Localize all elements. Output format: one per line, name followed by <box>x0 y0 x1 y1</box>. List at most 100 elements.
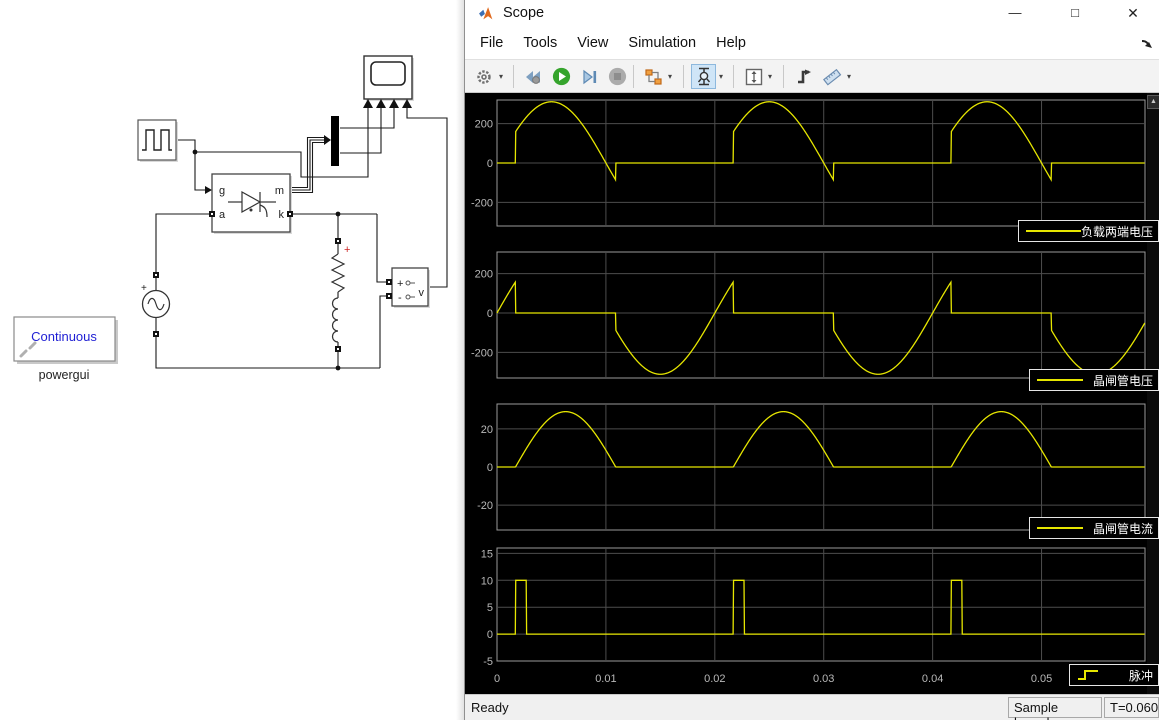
settings-gear-button[interactable] <box>471 64 496 89</box>
step-forward-icon <box>581 69 598 85</box>
y-tick-label: 200 <box>475 269 493 281</box>
model-diagram: g m a k <box>0 0 464 720</box>
measurements-ruler-button[interactable] <box>819 64 844 89</box>
legend-plot-1[interactable]: 负载两端电压 <box>1018 220 1159 242</box>
y-tick-label: 0 <box>487 308 493 320</box>
scope-subplot-2[interactable]: 200 0 -200 <box>471 252 1145 378</box>
legend-step-sample <box>1076 668 1102 682</box>
legend-line-sample <box>1026 230 1081 232</box>
y-tick-label: 0 <box>487 629 493 641</box>
ac-voltage-source-block[interactable]: + <box>141 272 170 337</box>
run-button[interactable] <box>549 64 574 89</box>
vm-plus-label: + <box>397 278 403 290</box>
y-tick-label: 0 <box>487 158 493 170</box>
port-label-a: a <box>219 209 226 221</box>
window-title: Scope <box>503 5 544 21</box>
menubar: File Tools View Simulation Help <box>465 30 1159 59</box>
simulink-hierarchy-button[interactable] <box>641 64 666 89</box>
voltage-measurement-block[interactable]: + - v <box>386 268 430 308</box>
legend-plot-4[interactable]: 脉冲 <box>1069 664 1159 686</box>
menu-item-help[interactable]: Help <box>711 30 751 56</box>
x-tick-label: 0.02 <box>704 673 725 685</box>
menu-item-file[interactable]: File <box>475 30 508 56</box>
close-button[interactable]: ✕ <box>1113 0 1153 26</box>
powergui-label: powergui <box>39 368 90 382</box>
scope-subplot-1[interactable]: 200 0 -200 <box>471 100 1145 226</box>
y-tick-label: 200 <box>475 119 493 131</box>
measurements-ruler-icon <box>822 68 842 86</box>
scrollbar-up-button[interactable]: ▲ <box>1147 95 1159 109</box>
pulse-generator-block[interactable] <box>138 120 178 162</box>
scope-plot-canvas[interactable]: 2000-2002000-200200-20151050-500.010.020… <box>465 93 1159 694</box>
legend-line-sample <box>1037 379 1083 381</box>
legend-plot-3[interactable]: 晶闸管电流 <box>1029 517 1159 539</box>
hierarchy-dropdown-arrow[interactable]: ▾ <box>668 72 677 82</box>
legend-text: 晶闸管电压 <box>1093 372 1153 389</box>
legend-text: 脉冲 <box>1129 667 1153 684</box>
scope-subplot-3[interactable]: 200-20 <box>477 404 1145 530</box>
plot-scrollbar[interactable]: ▲ <box>1147 93 1159 694</box>
scope-window: Scope — □ ✕ FileToolsViewSimulationHelp … <box>464 0 1159 720</box>
signal-wires[interactable] <box>156 108 447 368</box>
run-icon <box>552 67 571 86</box>
menu-overflow-arrow-icon[interactable] <box>1140 37 1154 51</box>
stop-button[interactable] <box>605 64 630 89</box>
minimize-button[interactable]: — <box>995 0 1035 26</box>
menu-item-view[interactable]: View <box>572 30 613 56</box>
scope-toolbar: ▾ <box>465 59 1159 93</box>
step-back-button[interactable] <box>521 64 546 89</box>
y-tick-label: 15 <box>481 548 493 560</box>
demux-block[interactable] <box>331 116 339 166</box>
step-back-icon <box>524 69 543 85</box>
scope-screen-icon <box>371 62 405 85</box>
port-label-k: k <box>279 209 285 221</box>
y-tick-label: 0 <box>487 462 493 474</box>
matlab-app-icon <box>478 5 495 22</box>
vm-minus-label: - <box>398 292 402 304</box>
legend-plot-2[interactable]: 晶闸管电压 <box>1029 369 1159 391</box>
simulink-hierarchy-icon <box>644 68 663 86</box>
y-tick-label: -200 <box>471 197 493 209</box>
settings-dropdown-arrow[interactable]: ▾ <box>499 72 508 82</box>
scale-axes-dropdown-arrow[interactable]: ▾ <box>768 72 777 82</box>
scale-axes-icon <box>745 68 763 86</box>
x-tick-label: 0.01 <box>595 673 616 685</box>
legend-text: 负载两端电压 <box>1081 223 1153 240</box>
vm-v-label: v <box>419 287 425 299</box>
y-tick-label: 10 <box>481 575 493 587</box>
powergui-continuous-text: Continuous <box>31 329 97 344</box>
port-label-g: g <box>219 185 225 197</box>
status-sim-time: T=0.060 <box>1104 697 1159 718</box>
cursor-measurements-dropdown-arrow[interactable]: ▾ <box>719 72 728 82</box>
step-forward-button[interactable] <box>577 64 602 89</box>
scope-plots: 2000-2002000-200200-20151050-500.010.020… <box>465 93 1159 694</box>
load-plus-sign: + <box>344 244 350 256</box>
x-tick-label: 0.05 <box>1031 673 1052 685</box>
port-label-m: m <box>275 185 284 197</box>
status-sample-mode: Sample based <box>1008 697 1102 718</box>
status-ready-text: Ready <box>471 700 509 715</box>
scale-axes-button[interactable] <box>741 64 766 89</box>
menu-item-simulation[interactable]: Simulation <box>623 30 701 56</box>
statusbar: Ready Sample based T=0.060 <box>465 694 1159 720</box>
x-tick-label: 0.04 <box>922 673 943 685</box>
measurements-dropdown-arrow[interactable]: ▾ <box>847 72 856 82</box>
menu-item-tools[interactable]: Tools <box>518 30 562 56</box>
y-tick-label: 20 <box>481 424 493 436</box>
trigger-icon <box>795 68 813 86</box>
trigger-button[interactable] <box>791 64 816 89</box>
legend-line-sample <box>1037 527 1083 529</box>
scope-subplot-4[interactable]: 151050-5 <box>481 548 1145 668</box>
scope-block[interactable] <box>363 56 414 108</box>
cursor-measurements-button[interactable] <box>691 64 716 89</box>
y-tick-label: -5 <box>483 656 493 668</box>
titlebar[interactable]: Scope — □ ✕ <box>465 0 1159 30</box>
series-rl-load-block[interactable]: + <box>332 238 350 352</box>
thyristor-block[interactable]: g m a k <box>209 174 293 234</box>
simulink-model-canvas[interactable]: g m a k <box>0 0 464 720</box>
maximize-button[interactable]: □ <box>1055 0 1095 26</box>
powergui-block[interactable]: Continuous powergui <box>14 317 118 382</box>
gear-icon <box>475 68 493 86</box>
model-pane-edge <box>456 0 464 720</box>
y-tick-label: -200 <box>471 347 493 359</box>
